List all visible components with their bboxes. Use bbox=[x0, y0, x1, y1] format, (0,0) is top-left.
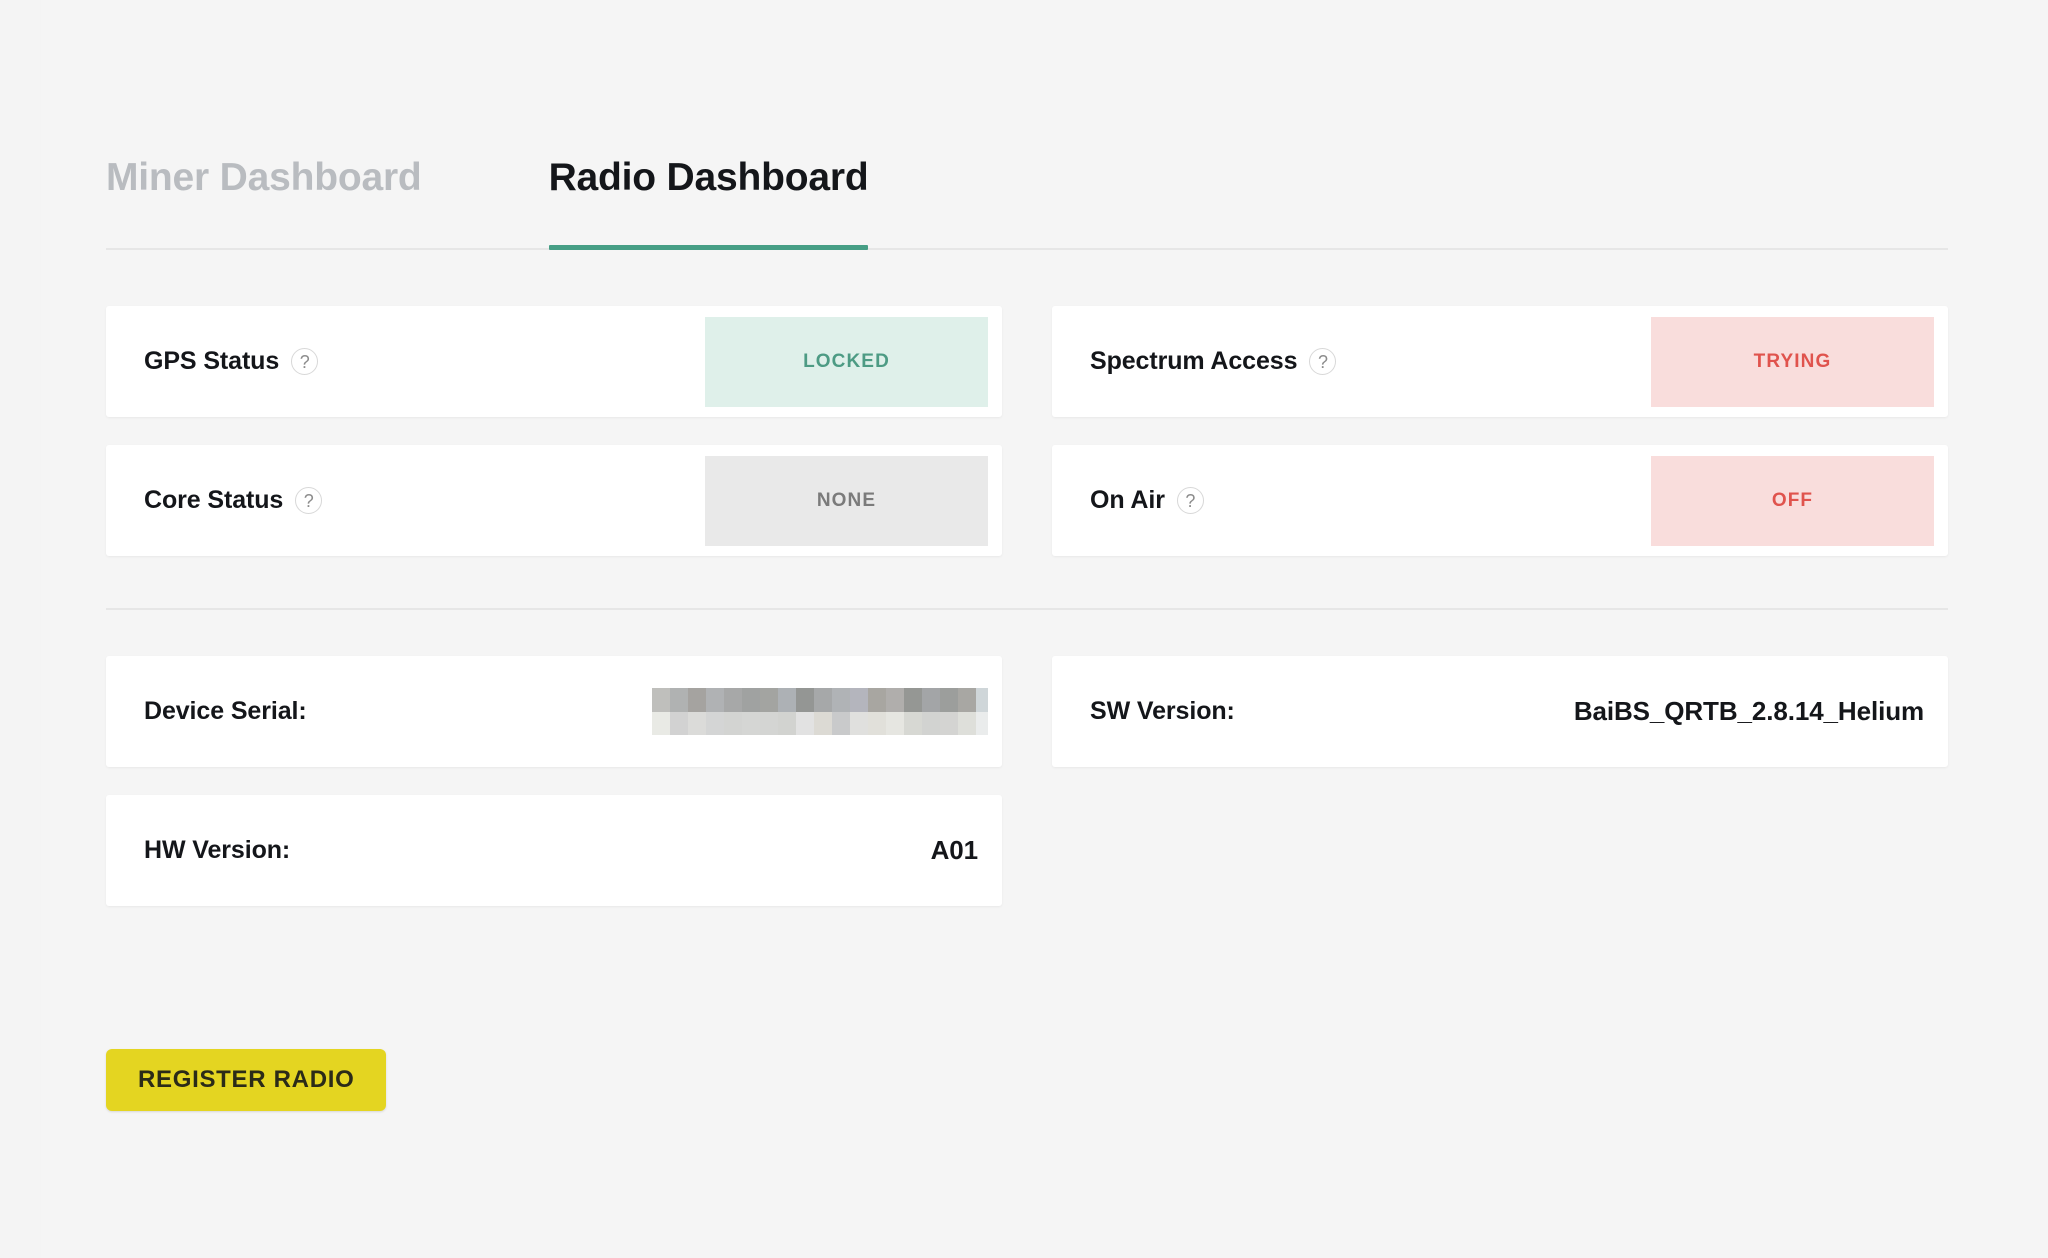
card-gps-status-label-group: GPS Status ? bbox=[144, 347, 319, 376]
tab-miner-dashboard[interactable]: Miner Dashboard bbox=[106, 156, 422, 248]
card-hw-version-value: A01 bbox=[930, 835, 979, 865]
status-badge-gps-status: LOCKED bbox=[705, 316, 988, 407]
status-badge-on-air: OFF bbox=[1651, 455, 1934, 546]
status-row-1: GPS Status ? LOCKED Spectrum Access ? TR… bbox=[106, 306, 1948, 417]
card-hw-version: HW Version: A01 bbox=[106, 795, 1002, 906]
card-gps-status: GPS Status ? LOCKED bbox=[106, 306, 1002, 417]
dashboard-content: Miner Dashboard Radio Dashboard GPS Stat… bbox=[106, 0, 1948, 1111]
card-on-air-label-group: On Air ? bbox=[1090, 486, 1204, 515]
card-device-serial-label: Device Serial: bbox=[144, 697, 307, 725]
status-badge-core-status: NONE bbox=[705, 455, 988, 546]
card-device-serial: Device Serial: bbox=[106, 656, 1002, 767]
card-core-status-label-group: Core Status ? bbox=[144, 486, 323, 515]
card-hw-version-label: HW Version: bbox=[144, 836, 291, 864]
status-badge-spectrum-access: TRYING bbox=[1651, 316, 1934, 407]
help-icon-on-air[interactable]: ? bbox=[1176, 487, 1204, 514]
info-row-2-spacer bbox=[1052, 795, 1948, 906]
status-card-grid: GPS Status ? LOCKED Spectrum Access ? TR… bbox=[106, 306, 1948, 556]
card-spectrum-access: Spectrum Access ? TRYING bbox=[1052, 306, 1948, 417]
card-sw-version-label: SW Version: bbox=[1090, 697, 1235, 725]
card-spectrum-access-label-group: Spectrum Access ? bbox=[1090, 347, 1337, 376]
card-spectrum-access-label: Spectrum Access bbox=[1090, 347, 1298, 375]
actions-bar: REGISTER RADIO bbox=[106, 1049, 1948, 1111]
page-root: Miner Dashboard Radio Dashboard GPS Stat… bbox=[0, 0, 2048, 1258]
info-row-1: Device Serial: SW Version: BaiBS_QRTB_2.… bbox=[106, 656, 1948, 767]
dashboard-tabs: Miner Dashboard Radio Dashboard bbox=[106, 128, 1948, 250]
redacted-device-serial-value bbox=[652, 688, 988, 735]
info-row-2: HW Version: A01 bbox=[106, 795, 1948, 906]
help-icon-spectrum-access[interactable]: ? bbox=[1309, 348, 1337, 375]
help-icon-core-status[interactable]: ? bbox=[295, 487, 323, 514]
card-on-air: On Air ? OFF bbox=[1052, 445, 1948, 556]
card-core-status: Core Status ? NONE bbox=[106, 445, 1002, 556]
card-core-status-label: Core Status bbox=[144, 486, 284, 514]
card-on-air-label: On Air bbox=[1090, 486, 1165, 514]
card-sw-version-value: BaiBS_QRTB_2.8.14_Helium bbox=[1573, 696, 1924, 726]
status-row-2: Core Status ? NONE On Air ? OFF bbox=[106, 445, 1948, 556]
section-divider bbox=[106, 608, 1948, 610]
card-sw-version: SW Version: BaiBS_QRTB_2.8.14_Helium bbox=[1052, 656, 1948, 767]
info-card-grid: Device Serial: SW Version: BaiBS_QRTB_2.… bbox=[106, 656, 1948, 906]
card-gps-status-label: GPS Status bbox=[144, 347, 280, 375]
tab-radio-dashboard[interactable]: Radio Dashboard bbox=[548, 156, 869, 250]
help-icon-gps-status[interactable]: ? bbox=[291, 348, 319, 375]
register-radio-button[interactable]: REGISTER RADIO bbox=[106, 1049, 387, 1111]
